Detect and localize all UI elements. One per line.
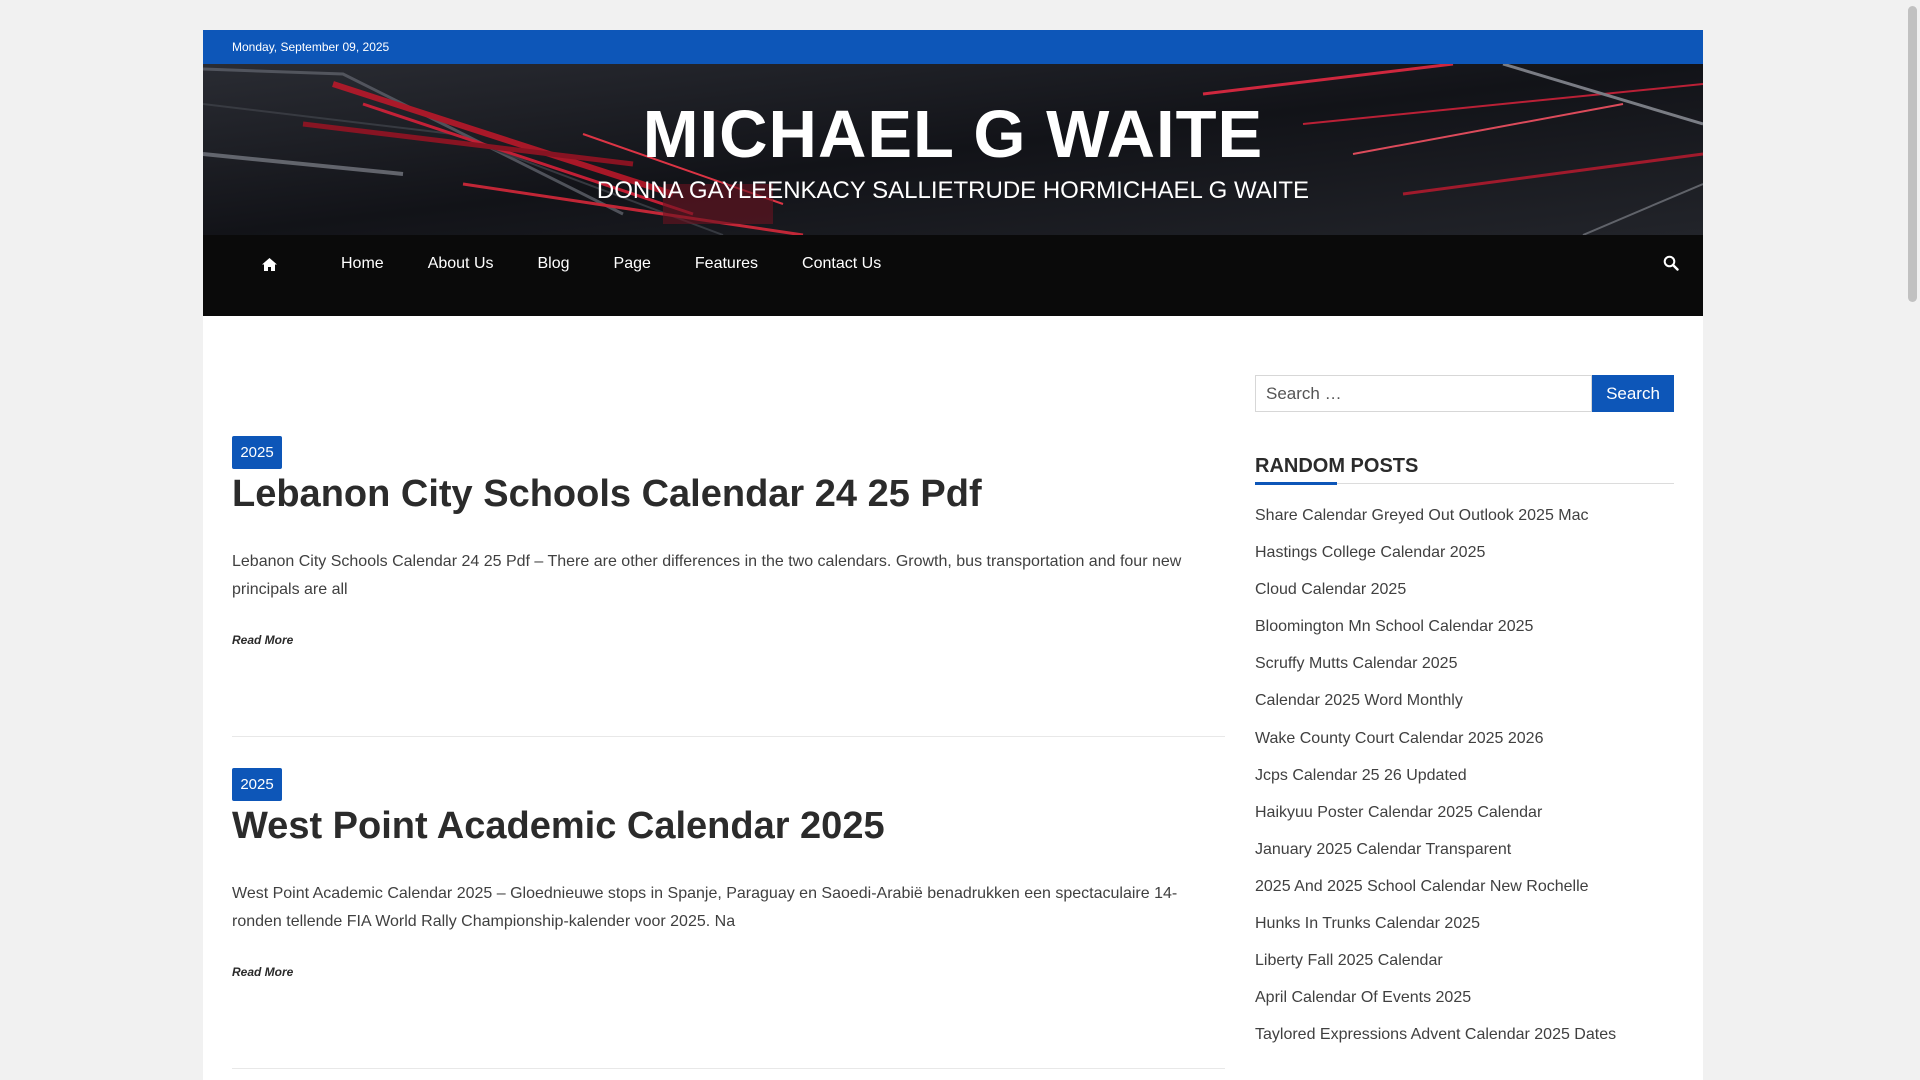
random-post-link[interactable]: Hunks In Trunks Calendar 2025 <box>1255 905 1674 942</box>
post-card: 2025 West Point Academic Calendar 2025 W… <box>232 737 1225 1069</box>
random-post-link[interactable]: Taylored Expressions Advent Calendar 202… <box>1255 1016 1674 1053</box>
current-date: Monday, September 09, 2025 <box>232 40 390 54</box>
random-post-link[interactable]: Jcps Calendar 25 26 Updated <box>1255 757 1674 794</box>
top-bar: Monday, September 09, 2025 <box>203 30 1703 64</box>
page-scrollbar[interactable] <box>1905 0 1920 1080</box>
sidebar: Search RANDOM POSTS Share Calendar Greye… <box>1255 375 1674 1053</box>
nav-item-contact-us[interactable]: Contact Us <box>802 250 881 278</box>
post-category-badge[interactable]: 2025 <box>232 436 282 469</box>
post-excerpt: West Point Academic Calendar 2025 – Gloe… <box>232 885 1178 930</box>
random-post-link[interactable]: Scruffy Mutts Calendar 2025 <box>1255 645 1674 682</box>
random-posts-heading: RANDOM POSTS <box>1255 455 1674 485</box>
read-more-link[interactable]: Read More <box>232 965 293 979</box>
search-icon[interactable] <box>1663 255 1685 277</box>
random-post-link[interactable]: Hastings College Calendar 2025 <box>1255 534 1674 571</box>
search-icon-glyph <box>1663 255 1679 271</box>
nav-item-about-us[interactable]: About Us <box>428 250 494 278</box>
random-post-link[interactable]: Cloud Calendar 2025 <box>1255 571 1674 608</box>
post-title[interactable]: West Point Academic Calendar 2025 <box>232 805 885 848</box>
post-excerpt: Lebanon City Schools Calendar 24 25 Pdf … <box>232 553 1182 598</box>
random-post-link[interactable]: 2025 And 2025 School Calendar New Rochel… <box>1255 868 1674 905</box>
post-list: 2025 Lebanon City Schools Calendar 24 25… <box>232 405 1225 1069</box>
site-wrapper: Monday, September 09, 2025 MICHAEL G WAI… <box>203 30 1703 1080</box>
main-navigation: Home About Us Blog Page Features Contact… <box>203 235 1703 316</box>
search-input[interactable] <box>1255 375 1592 412</box>
random-post-link[interactable]: Share Calendar Greyed Out Outlook 2025 M… <box>1255 497 1674 534</box>
random-post-link[interactable]: Liberty Fall 2025 Calendar <box>1255 942 1674 979</box>
post-category-badge[interactable]: 2025 <box>232 768 282 801</box>
post-card: 2025 Lebanon City Schools Calendar 24 25… <box>232 405 1225 737</box>
scrollbar-thumb[interactable] <box>1908 6 1917 302</box>
post-title[interactable]: Lebanon City Schools Calendar 24 25 Pdf <box>232 473 982 516</box>
home-icon[interactable] <box>241 250 297 278</box>
random-post-link[interactable]: Wake County Court Calendar 2025 2026 <box>1255 720 1674 757</box>
random-post-link[interactable]: Haikyuu Poster Calendar 2025 Calendar <box>1255 794 1674 831</box>
sidebar-search-form: Search <box>1255 375 1674 412</box>
search-button[interactable]: Search <box>1592 375 1674 412</box>
random-post-link[interactable]: January 2025 Calendar Transparent <box>1255 831 1674 868</box>
nav-item-page[interactable]: Page <box>614 250 651 278</box>
random-posts-list: Share Calendar Greyed Out Outlook 2025 M… <box>1255 497 1674 1053</box>
read-more-link[interactable]: Read More <box>232 633 293 647</box>
random-post-link[interactable]: Bloomington Mn School Calendar 2025 <box>1255 608 1674 645</box>
random-post-link[interactable]: Calendar 2025 Word Monthly <box>1255 682 1674 719</box>
random-post-link[interactable]: April Calendar Of Events 2025 <box>1255 979 1674 1016</box>
nav-item-home[interactable]: Home <box>341 250 384 278</box>
home-icon-glyph <box>261 257 277 271</box>
nav-item-blog[interactable]: Blog <box>538 250 570 278</box>
site-header: MICHAEL G WAITE DONNA GAYLEENKACY SALLIE… <box>203 64 1703 235</box>
site-title[interactable]: MICHAEL G WAITE <box>203 96 1703 173</box>
site-tagline: DONNA GAYLEENKACY SALLIETRUDE HORMICHAEL… <box>596 177 1310 204</box>
nav-item-features[interactable]: Features <box>695 250 758 278</box>
